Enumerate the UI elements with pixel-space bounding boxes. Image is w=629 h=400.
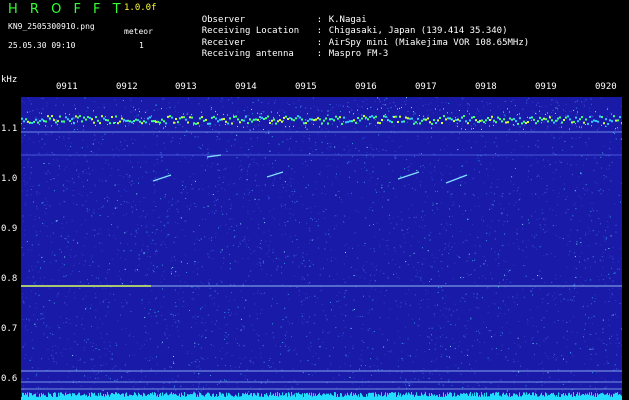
info-value: Maspro FM-3 <box>328 49 389 59</box>
y-tick-label: 0.9 <box>1 224 18 234</box>
y-tick-label: 1.1 <box>1 124 18 134</box>
version-label: 1.0.0f <box>124 3 157 13</box>
filename-label: KN9_2505300910.png <box>8 22 95 31</box>
mode-label: meteor <box>124 27 153 36</box>
info-row-antenna: Receiving antenna: Maspro FM-3 <box>180 38 389 71</box>
datetime-label: 25.05.30 09:10 <box>8 41 76 50</box>
time-tick-label: 0920 <box>595 82 617 92</box>
time-tick-label: 0917 <box>415 82 437 92</box>
app-title: H R O F F T <box>8 2 125 17</box>
y-tick-label: 0.7 <box>1 324 18 334</box>
time-tick-label: 0914 <box>235 82 257 92</box>
spectrogram-window: H R O F F T 1.0.0f KN9_2505300910.png 25… <box>0 0 629 400</box>
time-tick-label: 0919 <box>535 82 557 92</box>
spectrogram-plot <box>21 97 622 400</box>
time-tick-label: 0918 <box>475 82 497 92</box>
info-key: Receiving antenna <box>201 49 294 59</box>
y-tick-label: 0.8 <box>1 274 18 284</box>
frequency-unit-label: kHz <box>1 75 18 85</box>
spectrogram-svg <box>21 97 622 400</box>
info-colon: : <box>316 49 323 59</box>
y-tick-label: 1.0 <box>1 174 18 184</box>
time-tick-label: 0911 <box>56 82 78 92</box>
mode-value: 1 <box>139 41 144 50</box>
plot-background <box>21 97 622 400</box>
time-tick-label: 0912 <box>116 82 138 92</box>
time-tick-label: 0913 <box>175 82 197 92</box>
time-tick-label: 0916 <box>355 82 377 92</box>
y-tick-label: 0.6 <box>1 374 18 384</box>
time-tick-label: 0915 <box>295 82 317 92</box>
